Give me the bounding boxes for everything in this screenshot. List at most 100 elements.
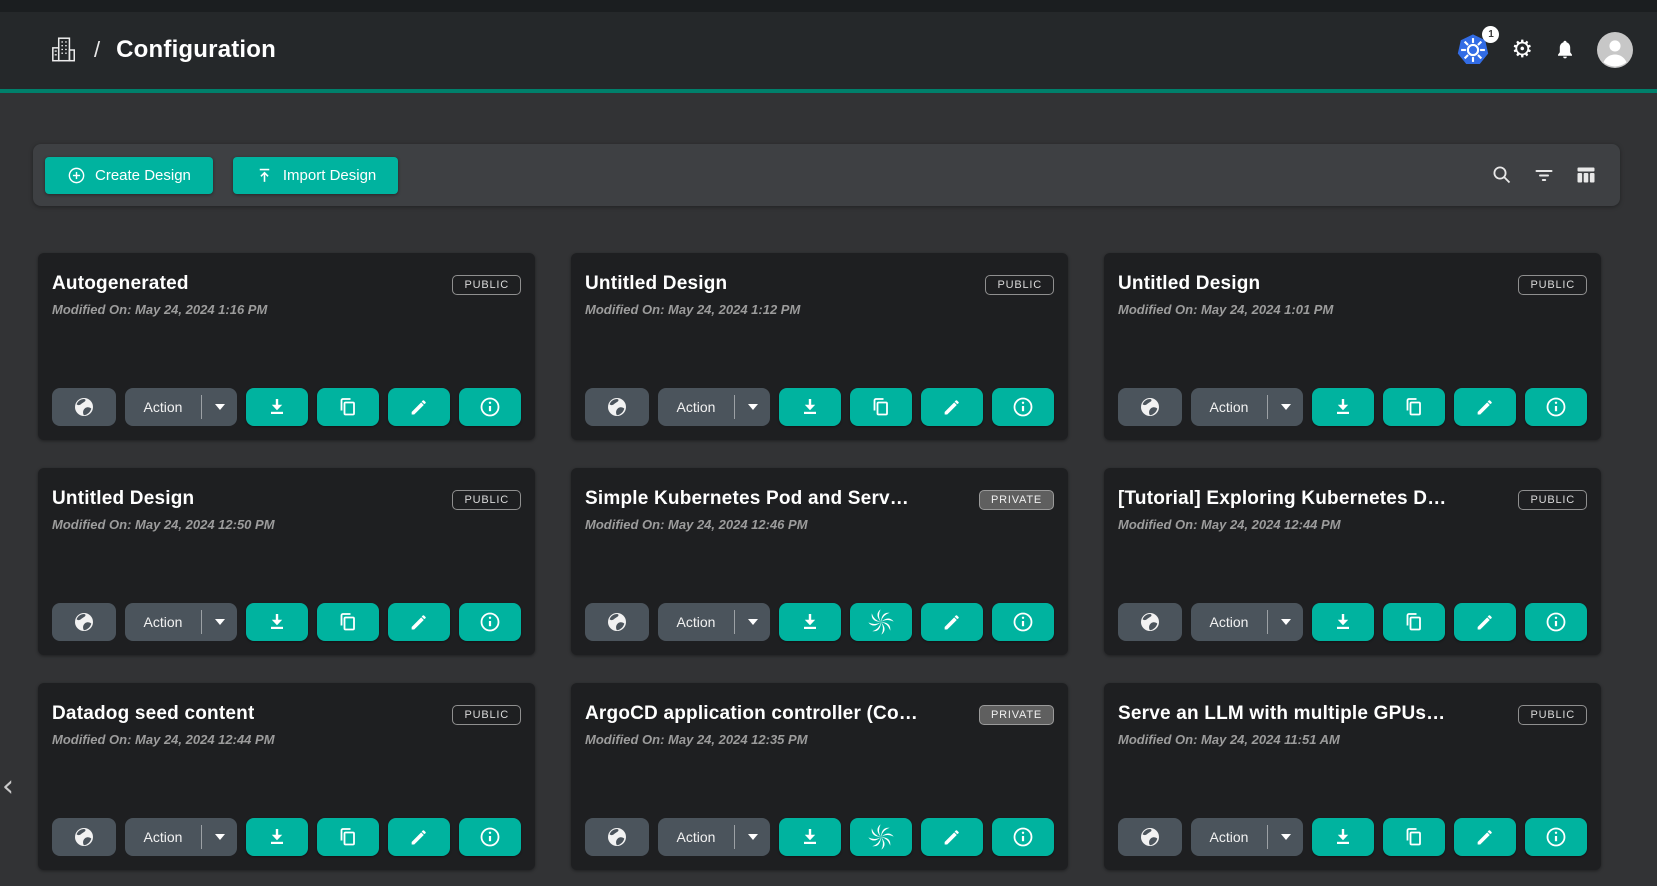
edit-design-button[interactable] xyxy=(1454,818,1516,856)
visibility-globe-button[interactable] xyxy=(1118,818,1182,856)
notification-count-badge: 1 xyxy=(1482,26,1499,43)
info-design-button[interactable] xyxy=(992,388,1054,426)
download-design-button[interactable] xyxy=(779,818,841,856)
caret-down-icon[interactable] xyxy=(734,610,770,634)
globe-icon xyxy=(72,825,96,849)
pencil-icon xyxy=(1474,396,1496,418)
edit-design-button[interactable] xyxy=(388,818,450,856)
action-button-label[interactable]: Action xyxy=(125,399,201,415)
edit-design-button[interactable] xyxy=(921,818,983,856)
visibility-globe-button[interactable] xyxy=(1118,603,1182,641)
kubernetes-context-button[interactable]: 1 xyxy=(1455,33,1491,67)
action-split-button[interactable]: Action xyxy=(658,818,770,856)
action-button-label[interactable]: Action xyxy=(1191,399,1267,415)
pencil-icon xyxy=(408,826,430,848)
caret-down-icon[interactable] xyxy=(201,825,237,849)
filter-icon[interactable] xyxy=(1532,163,1556,187)
info-icon xyxy=(1544,610,1568,634)
visibility-globe-button[interactable] xyxy=(1118,388,1182,426)
visibility-globe-button[interactable] xyxy=(52,603,116,641)
user-avatar[interactable] xyxy=(1597,32,1633,68)
caret-down-icon[interactable] xyxy=(1267,395,1303,419)
action-split-button[interactable]: Action xyxy=(658,603,770,641)
clone-design-button[interactable] xyxy=(1383,388,1445,426)
download-design-button[interactable] xyxy=(779,388,841,426)
download-design-button[interactable] xyxy=(1312,603,1374,641)
download-design-button[interactable] xyxy=(246,818,308,856)
edit-design-button[interactable] xyxy=(388,603,450,641)
globe-icon xyxy=(1138,395,1162,419)
plus-circle-icon xyxy=(67,166,86,185)
visibility-globe-button[interactable] xyxy=(585,818,649,856)
info-design-button[interactable] xyxy=(992,603,1054,641)
caret-down-icon[interactable] xyxy=(734,395,770,419)
action-button-label[interactable]: Action xyxy=(658,829,734,845)
spiral-icon xyxy=(868,609,894,635)
search-icon[interactable] xyxy=(1490,163,1514,187)
spiral-design-button[interactable] xyxy=(850,818,912,856)
action-split-button[interactable]: Action xyxy=(658,388,770,426)
import-design-button[interactable]: Import Design xyxy=(233,157,398,194)
action-split-button[interactable]: Action xyxy=(125,818,237,856)
visibility-chip: PUBLIC xyxy=(452,705,521,725)
info-design-button[interactable] xyxy=(459,818,521,856)
copy-icon xyxy=(1402,395,1426,419)
caret-down-icon[interactable] xyxy=(201,395,237,419)
clone-design-button[interactable] xyxy=(1383,818,1445,856)
action-split-button[interactable]: Action xyxy=(1191,388,1303,426)
action-button-label[interactable]: Action xyxy=(125,829,201,845)
info-design-button[interactable] xyxy=(1525,388,1587,426)
download-icon xyxy=(1331,610,1355,634)
notifications-bell-icon[interactable] xyxy=(1553,38,1577,62)
table-view-icon[interactable] xyxy=(1574,163,1598,187)
edit-design-button[interactable] xyxy=(921,603,983,641)
caret-down-icon[interactable] xyxy=(1267,610,1303,634)
download-design-button[interactable] xyxy=(1312,388,1374,426)
spiral-design-button[interactable] xyxy=(850,603,912,641)
action-button-label[interactable]: Action xyxy=(125,614,201,630)
create-design-button[interactable]: Create Design xyxy=(45,157,213,194)
scroll-left-chevron-icon[interactable]: ‹ xyxy=(2,772,14,802)
download-design-button[interactable] xyxy=(246,388,308,426)
pencil-icon xyxy=(1474,826,1496,848)
download-design-button[interactable] xyxy=(1312,818,1374,856)
action-split-button[interactable]: Action xyxy=(125,603,237,641)
info-icon xyxy=(478,610,502,634)
info-design-button[interactable] xyxy=(1525,603,1587,641)
visibility-globe-button[interactable] xyxy=(52,818,116,856)
action-split-button[interactable]: Action xyxy=(125,388,237,426)
edit-design-button[interactable] xyxy=(921,388,983,426)
visibility-globe-button[interactable] xyxy=(585,603,649,641)
clone-design-button[interactable] xyxy=(850,388,912,426)
clone-design-button[interactable] xyxy=(317,388,379,426)
action-button-label[interactable]: Action xyxy=(1191,614,1267,630)
design-card: Untitled Design PUBLIC Modified On: May … xyxy=(1104,253,1601,440)
action-split-button[interactable]: Action xyxy=(1191,603,1303,641)
organization-building-icon[interactable] xyxy=(48,35,78,65)
info-design-button[interactable] xyxy=(459,388,521,426)
clone-design-button[interactable] xyxy=(317,603,379,641)
design-title: [Tutorial] Exploring Kubernetes D… xyxy=(1118,488,1446,510)
edit-design-button[interactable] xyxy=(1454,603,1516,641)
info-design-button[interactable] xyxy=(992,818,1054,856)
clone-design-button[interactable] xyxy=(317,818,379,856)
edit-design-button[interactable] xyxy=(1454,388,1516,426)
spiral-icon xyxy=(868,824,894,850)
action-button-label[interactable]: Action xyxy=(1191,829,1267,845)
info-design-button[interactable] xyxy=(1525,818,1587,856)
settings-gear-icon[interactable]: ⚙ xyxy=(1511,38,1533,62)
download-design-button[interactable] xyxy=(246,603,308,641)
action-split-button[interactable]: Action xyxy=(1191,818,1303,856)
info-design-button[interactable] xyxy=(459,603,521,641)
action-button-label[interactable]: Action xyxy=(658,614,734,630)
edit-design-button[interactable] xyxy=(388,388,450,426)
caret-down-icon[interactable] xyxy=(1267,825,1303,849)
visibility-globe-button[interactable] xyxy=(52,388,116,426)
visibility-globe-button[interactable] xyxy=(585,388,649,426)
clone-design-button[interactable] xyxy=(1383,603,1445,641)
action-button-label[interactable]: Action xyxy=(658,399,734,415)
caret-down-icon[interactable] xyxy=(734,825,770,849)
download-design-button[interactable] xyxy=(779,603,841,641)
globe-icon xyxy=(605,395,629,419)
caret-down-icon[interactable] xyxy=(201,610,237,634)
